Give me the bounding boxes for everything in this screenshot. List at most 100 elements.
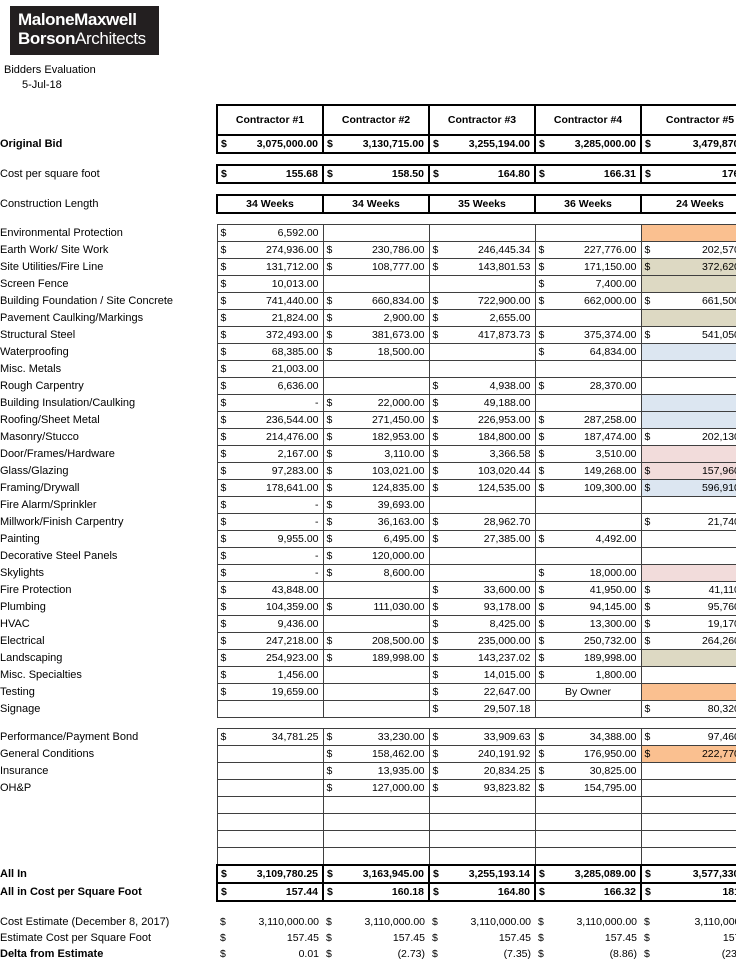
column-header-contractor-2[interactable]: Contractor #2: [323, 105, 429, 135]
line-item-cell-r28-c4[interactable]: By Owner: [535, 684, 641, 701]
line-item-cell-r1-c3[interactable]: [429, 225, 535, 242]
overhead-cell-r4-c3[interactable]: $93,823.82: [429, 780, 535, 797]
overhead-cell-r4-c4[interactable]: $154,795.00: [535, 780, 641, 797]
line-item-cell-r28-c2[interactable]: [323, 684, 429, 701]
line-item-cell-r10-c5[interactable]: [641, 378, 736, 395]
line-item-cell-r21-c1[interactable]: $-: [217, 565, 323, 582]
line-item-cell-r2-c1[interactable]: $274,936.00: [217, 242, 323, 259]
estimate-cell-r2-c2[interactable]: $157.45: [323, 930, 429, 946]
overhead-cell-r6-c1[interactable]: [217, 814, 323, 831]
line-item-cell-r18-c4[interactable]: [535, 514, 641, 531]
original-bid-cell-1[interactable]: $3,075,000.00: [217, 135, 323, 153]
estimate-cell-r2-c4[interactable]: $157.45: [535, 930, 641, 946]
overhead-cell-r2-c5[interactable]: $222,770.00: [641, 746, 736, 763]
line-item-cell-r4-c3[interactable]: [429, 276, 535, 293]
line-item-cell-r27-c4[interactable]: $1,800.00: [535, 667, 641, 684]
line-item-cell-r22-c4[interactable]: $41,950.00: [535, 582, 641, 599]
line-item-cell-r12-c5[interactable]: [641, 412, 736, 429]
line-item-cell-r28-c3[interactable]: $22,647.00: [429, 684, 535, 701]
line-item-cell-r8-c4[interactable]: $64,834.00: [535, 344, 641, 361]
line-item-cell-r24-c3[interactable]: $8,425.00: [429, 616, 535, 633]
line-item-cell-r3-c4[interactable]: $171,150.00: [535, 259, 641, 276]
line-item-cell-r17-c2[interactable]: $39,693.00: [323, 497, 429, 514]
line-item-cell-r28-c1[interactable]: $19,659.00: [217, 684, 323, 701]
line-item-cell-r12-c2[interactable]: $271,450.00: [323, 412, 429, 429]
line-item-cell-r1-c1[interactable]: $6,592.00: [217, 225, 323, 242]
overhead-cell-r6-c4[interactable]: [535, 814, 641, 831]
line-item-cell-r26-c5[interactable]: [641, 650, 736, 667]
line-item-cell-r29-c5[interactable]: $80,320.00: [641, 701, 736, 718]
line-item-cell-r5-c3[interactable]: $722,900.00: [429, 293, 535, 310]
line-item-cell-r2-c5[interactable]: $202,570.00: [641, 242, 736, 259]
line-item-cell-r13-c1[interactable]: $214,476.00: [217, 429, 323, 446]
line-item-cell-r14-c4[interactable]: $3,510.00: [535, 446, 641, 463]
line-item-cell-r1-c5[interactable]: [641, 225, 736, 242]
line-item-cell-r13-c2[interactable]: $182,953.00: [323, 429, 429, 446]
line-item-cell-r23-c2[interactable]: $111,030.00: [323, 599, 429, 616]
line-item-cell-r14-c3[interactable]: $3,366.58: [429, 446, 535, 463]
estimate-cell-r1-c1[interactable]: $3,110,000.00: [217, 914, 323, 930]
overhead-cell-r1-c3[interactable]: $33,909.63: [429, 729, 535, 746]
line-item-cell-r18-c1[interactable]: $-: [217, 514, 323, 531]
overhead-cell-r8-c2[interactable]: [323, 848, 429, 866]
estimate-cell-r3-c2[interactable]: $(2.73): [323, 946, 429, 962]
line-item-cell-r27-c3[interactable]: $14,015.00: [429, 667, 535, 684]
line-item-cell-r4-c2[interactable]: [323, 276, 429, 293]
line-item-cell-r29-c3[interactable]: $29,507.18: [429, 701, 535, 718]
line-item-cell-r6-c3[interactable]: $2,655.00: [429, 310, 535, 327]
line-item-cell-r11-c5[interactable]: [641, 395, 736, 412]
line-item-cell-r19-c5[interactable]: [641, 531, 736, 548]
line-item-cell-r15-c4[interactable]: $149,268.00: [535, 463, 641, 480]
line-item-cell-r16-c3[interactable]: $124,535.00: [429, 480, 535, 497]
line-item-cell-r17-c3[interactable]: [429, 497, 535, 514]
cost-per-sf-cell-3[interactable]: $164.80: [429, 165, 535, 183]
total-cell-r1-c1[interactable]: $3,109,780.25: [217, 865, 323, 883]
line-item-cell-r16-c1[interactable]: $178,641.00: [217, 480, 323, 497]
original-bid-cell-2[interactable]: $3,130,715.00: [323, 135, 429, 153]
line-item-cell-r4-c5[interactable]: [641, 276, 736, 293]
line-item-cell-r29-c2[interactable]: [323, 701, 429, 718]
line-item-cell-r24-c2[interactable]: [323, 616, 429, 633]
estimate-cell-r1-c5[interactable]: $3,110,000.00: [641, 914, 736, 930]
line-item-cell-r10-c2[interactable]: [323, 378, 429, 395]
overhead-cell-r4-c2[interactable]: $127,000.00: [323, 780, 429, 797]
line-item-cell-r2-c3[interactable]: $246,445.34: [429, 242, 535, 259]
line-item-cell-r22-c5[interactable]: $41,110.00: [641, 582, 736, 599]
overhead-cell-r7-c4[interactable]: [535, 831, 641, 848]
overhead-cell-r7-c5[interactable]: [641, 831, 736, 848]
overhead-cell-r5-c2[interactable]: [323, 797, 429, 814]
overhead-cell-r8-c1[interactable]: [217, 848, 323, 866]
line-item-cell-r7-c5[interactable]: $541,050.00: [641, 327, 736, 344]
overhead-cell-r3-c1[interactable]: [217, 763, 323, 780]
line-item-cell-r7-c3[interactable]: $417,873.73: [429, 327, 535, 344]
line-item-cell-r27-c2[interactable]: [323, 667, 429, 684]
total-cell-r2-c2[interactable]: $160.18: [323, 883, 429, 901]
line-item-cell-r12-c4[interactable]: $287,258.00: [535, 412, 641, 429]
overhead-cell-r7-c3[interactable]: [429, 831, 535, 848]
line-item-cell-r4-c1[interactable]: $10,013.00: [217, 276, 323, 293]
line-item-cell-r8-c3[interactable]: [429, 344, 535, 361]
line-item-cell-r15-c2[interactable]: $103,021.00: [323, 463, 429, 480]
overhead-cell-r8-c3[interactable]: [429, 848, 535, 866]
estimate-cell-r1-c3[interactable]: $3,110,000.00: [429, 914, 535, 930]
estimate-cell-r2-c1[interactable]: $157.45: [217, 930, 323, 946]
original-bid-cell-3[interactable]: $3,255,194.00: [429, 135, 535, 153]
line-item-cell-r12-c3[interactable]: $226,953.00: [429, 412, 535, 429]
line-item-cell-r20-c2[interactable]: $120,000.00: [323, 548, 429, 565]
total-cell-r1-c2[interactable]: $3,163,945.00: [323, 865, 429, 883]
line-item-cell-r3-c3[interactable]: $143,801.53: [429, 259, 535, 276]
line-item-cell-r19-c4[interactable]: $4,492.00: [535, 531, 641, 548]
estimate-cell-r2-c5[interactable]: $157.45: [641, 930, 736, 946]
overhead-cell-r1-c4[interactable]: $34,388.00: [535, 729, 641, 746]
line-item-cell-r3-c5[interactable]: $372,620.00: [641, 259, 736, 276]
line-item-cell-r17-c5[interactable]: [641, 497, 736, 514]
overhead-cell-r3-c5[interactable]: [641, 763, 736, 780]
construction-length-cell-2[interactable]: 34 Weeks: [323, 195, 429, 213]
line-item-cell-r19-c1[interactable]: $9,955.00: [217, 531, 323, 548]
column-header-contractor-4[interactable]: Contractor #4: [535, 105, 641, 135]
line-item-cell-r7-c4[interactable]: $375,374.00: [535, 327, 641, 344]
line-item-cell-r8-c5[interactable]: [641, 344, 736, 361]
line-item-cell-r9-c2[interactable]: [323, 361, 429, 378]
line-item-cell-r14-c1[interactable]: $2,167.00: [217, 446, 323, 463]
line-item-cell-r21-c4[interactable]: $18,000.00: [535, 565, 641, 582]
